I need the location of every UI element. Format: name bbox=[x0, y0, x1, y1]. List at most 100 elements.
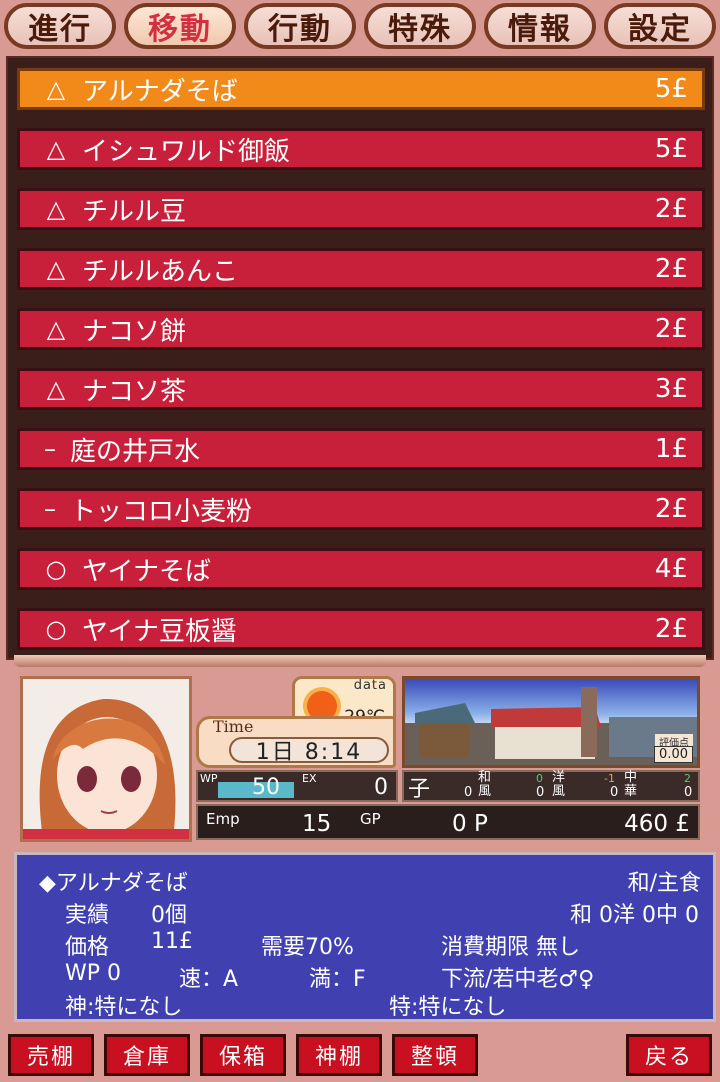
tab-move[interactable]: 移動 bbox=[124, 3, 236, 49]
demand-value: 需要70% bbox=[261, 935, 354, 960]
item-name: チルル豆 bbox=[82, 196, 187, 227]
gp-label: GP bbox=[360, 810, 381, 828]
speed-value: 速：A bbox=[179, 967, 239, 992]
rating-mark: – bbox=[44, 495, 56, 523]
rating-mark: ○ bbox=[45, 555, 67, 583]
list-item[interactable]: ○ ヤイナそば 4£ bbox=[17, 548, 705, 590]
tab-action[interactable]: 行動 bbox=[244, 3, 356, 49]
rating-char: 中華 bbox=[624, 770, 638, 799]
item-price: 5£ bbox=[654, 74, 688, 104]
list-item[interactable]: △ アルナダそば 5£ bbox=[17, 68, 705, 110]
time-value: 1日 8:14 bbox=[229, 737, 389, 765]
rating-mark: △ bbox=[46, 135, 66, 163]
warehouse-button[interactable]: 倉庫 bbox=[104, 1034, 190, 1076]
time-label: Time bbox=[213, 717, 254, 736]
ex-label: EX bbox=[302, 772, 317, 785]
rating-mark: △ bbox=[46, 375, 66, 403]
shelf-button[interactable]: 売棚 bbox=[8, 1034, 94, 1076]
item-detail-panel: ◆アルナダそば 和/主食 実績 0個 和 0洋 0中 0 価格 11£ 需要70… bbox=[14, 852, 716, 1022]
special-attribute: 特:特になし bbox=[389, 995, 507, 1020]
list-item[interactable]: ○ ヤイナ豆板醤 2£ bbox=[17, 608, 705, 650]
item-price: 2£ bbox=[654, 254, 688, 284]
rating-mark: △ bbox=[46, 195, 66, 223]
organize-button[interactable]: 整頓 bbox=[392, 1034, 478, 1076]
rating-mark: △ bbox=[46, 255, 66, 283]
shrine-button[interactable]: 神棚 bbox=[296, 1034, 382, 1076]
time-panel: Time 1日 8:14 bbox=[196, 716, 396, 768]
list-item[interactable]: – 庭の井戸水 1£ bbox=[17, 428, 705, 470]
list-item[interactable]: – トッコロ小麦粉 2£ bbox=[17, 488, 705, 530]
tab-info[interactable]: 情報 bbox=[484, 3, 596, 49]
record-value: 0個 bbox=[151, 903, 187, 928]
cuisine-ratings: 子 0 和風 0 0 洋風 -1 0 中華 2 0 bbox=[402, 770, 700, 802]
item-price: 2£ bbox=[654, 614, 688, 644]
gp-value: 0 P bbox=[452, 811, 488, 837]
item-name: 庭の井戸水 bbox=[70, 436, 201, 467]
list-item[interactable]: △ イシュワルド御飯 5£ bbox=[17, 128, 705, 170]
item-price: 5£ bbox=[654, 134, 688, 164]
rating-mark: △ bbox=[46, 75, 66, 103]
item-price: 4£ bbox=[654, 554, 688, 584]
rating-value: 0 bbox=[536, 785, 545, 800]
storage-box-button[interactable]: 保箱 bbox=[200, 1034, 286, 1076]
wp-value: 50 bbox=[252, 775, 280, 800]
item-name: トッコロ小麦粉 bbox=[70, 496, 253, 527]
emp-value: 15 bbox=[302, 811, 332, 837]
tab-progress[interactable]: 進行 bbox=[4, 3, 116, 49]
record-label: 実績 bbox=[65, 903, 110, 928]
item-price: 2£ bbox=[654, 494, 688, 524]
rating-value: 0 bbox=[684, 785, 693, 800]
tab-bar: 進行 移動 行動 特殊 情報 設定 bbox=[0, 0, 720, 55]
wp-label: WP bbox=[200, 772, 218, 785]
tab-special[interactable]: 特殊 bbox=[364, 3, 476, 49]
item-name: ナコソ茶 bbox=[82, 376, 187, 407]
item-price: 2£ bbox=[654, 194, 688, 224]
rating-mark: △ bbox=[46, 315, 66, 343]
list-item[interactable]: △ チルルあんこ 2£ bbox=[17, 248, 705, 290]
item-price: 1£ bbox=[654, 434, 688, 464]
rating-char: 洋風 bbox=[552, 770, 566, 799]
rating-mark: ○ bbox=[45, 615, 67, 643]
item-name: ナコソ餅 bbox=[82, 316, 187, 347]
item-name: チルルあんこ bbox=[82, 256, 239, 287]
rating-mark: – bbox=[44, 435, 56, 463]
back-button[interactable]: 戻る bbox=[626, 1034, 712, 1076]
ex-value: 0 bbox=[374, 775, 388, 800]
item-list: △ アルナダそば 5£ △ イシュワルド御飯 5£ △ チルル豆 2£ △ チル… bbox=[6, 56, 714, 660]
wp-ex-panel: WP 50 EX 0 bbox=[196, 770, 398, 802]
emp-label: Emp bbox=[206, 810, 240, 828]
detail-category: 和/主食 bbox=[627, 871, 701, 896]
price-value: 11£ bbox=[151, 929, 193, 954]
rating-sup: -1 bbox=[604, 772, 615, 785]
list-footer-frame bbox=[14, 655, 706, 667]
price-label: 価格 bbox=[65, 935, 110, 960]
rating-sup: 2 bbox=[684, 772, 691, 785]
weather-label: data bbox=[353, 678, 387, 693]
rating-value: 0 bbox=[610, 785, 619, 800]
item-name: ヤイナ豆板醤 bbox=[82, 616, 237, 647]
item-price: 2£ bbox=[654, 314, 688, 344]
rating-value: 0 bbox=[464, 785, 473, 800]
item-price: 3£ bbox=[654, 374, 688, 404]
item-name: ヤイナそば bbox=[82, 556, 211, 587]
evaluation-value: 0.00 bbox=[654, 746, 693, 763]
fullness-value: 満：F bbox=[309, 967, 366, 992]
expiry-value: 消費期限 無し bbox=[441, 935, 580, 960]
item-name: イシュワルド御飯 bbox=[82, 136, 291, 167]
money-value: 460 £ bbox=[624, 811, 690, 837]
god-attribute: 神:特になし bbox=[65, 995, 183, 1020]
list-item[interactable]: △ チルル豆 2£ bbox=[17, 188, 705, 230]
list-item[interactable]: △ ナコソ茶 3£ bbox=[17, 368, 705, 410]
character-portrait bbox=[20, 676, 192, 842]
resource-bar: Emp 15 GP 0 P 460 £ bbox=[196, 804, 700, 840]
detail-item-name: ◆アルナダそば bbox=[39, 871, 188, 896]
rating-char: 子 bbox=[408, 777, 431, 802]
town-scene: 評価点 0.00 bbox=[402, 676, 700, 768]
rating-char: 和風 bbox=[478, 770, 492, 799]
item-name: アルナダそば bbox=[82, 76, 238, 107]
cuisine-counts: 和 0洋 0中 0 bbox=[570, 903, 699, 928]
list-item[interactable]: △ ナコソ餅 2£ bbox=[17, 308, 705, 350]
rating-sup: 0 bbox=[536, 772, 543, 785]
tab-settings[interactable]: 設定 bbox=[604, 3, 716, 49]
wp-cost: WP 0 bbox=[65, 961, 122, 986]
